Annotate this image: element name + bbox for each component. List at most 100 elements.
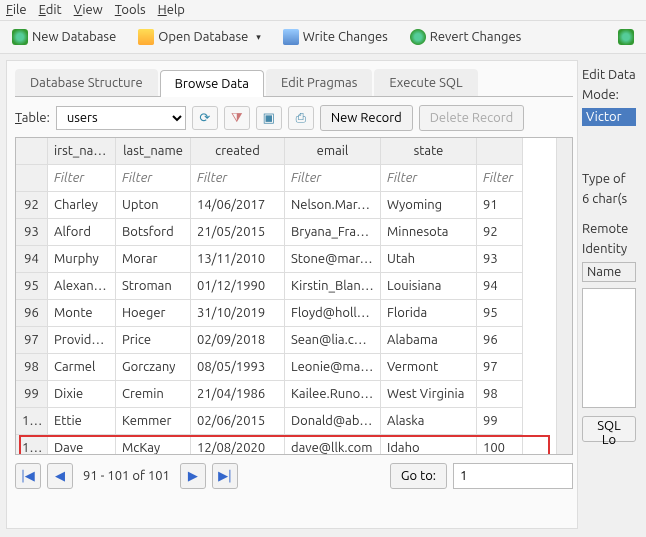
column-header[interactable] bbox=[477, 138, 523, 165]
column-header[interactable]: email bbox=[285, 138, 381, 165]
cell-created[interactable]: 13/11/2010 bbox=[191, 246, 285, 273]
filter-cell[interactable] bbox=[285, 165, 381, 192]
row-number[interactable]: 96 bbox=[16, 300, 48, 327]
cell-first-name[interactable]: Provid… bbox=[48, 327, 116, 354]
filter-cell[interactable] bbox=[477, 165, 523, 192]
print-button[interactable]: ⎙ bbox=[288, 106, 314, 130]
cell-created[interactable]: 02/06/2015 bbox=[191, 408, 285, 435]
row-number[interactable]: 97 bbox=[16, 327, 48, 354]
row-number[interactable]: 92 bbox=[16, 192, 48, 219]
filter-input[interactable] bbox=[122, 171, 184, 185]
cell-state[interactable]: Wyoming bbox=[381, 192, 477, 219]
cell-email[interactable]: Nelson.Mar… bbox=[285, 192, 381, 219]
cell-created[interactable]: 21/05/2015 bbox=[191, 219, 285, 246]
tab-execute-sql[interactable]: Execute SQL bbox=[374, 69, 477, 96]
filter-input[interactable] bbox=[197, 171, 278, 185]
cell-first-name[interactable]: Dixie bbox=[48, 381, 116, 408]
cell-state[interactable]: Utah bbox=[381, 246, 477, 273]
cell-first-name[interactable]: Dave bbox=[48, 435, 116, 455]
cell-email[interactable]: dave@llk.com bbox=[285, 435, 381, 455]
filter-input[interactable] bbox=[291, 171, 374, 185]
cell-extra[interactable]: 91 bbox=[477, 192, 523, 219]
row-number[interactable]: 99 bbox=[16, 381, 48, 408]
column-header[interactable]: state bbox=[381, 138, 477, 165]
extra-button[interactable] bbox=[614, 27, 638, 47]
row-number[interactable]: 95 bbox=[16, 273, 48, 300]
cell-state[interactable]: Florida bbox=[381, 300, 477, 327]
cell-extra[interactable]: 93 bbox=[477, 246, 523, 273]
menu-tools[interactable]: Tools bbox=[115, 3, 146, 17]
cell-created[interactable]: 08/05/1993 bbox=[191, 354, 285, 381]
write-changes-button[interactable]: Write Changes bbox=[279, 27, 392, 47]
cell-state[interactable]: Vermont bbox=[381, 354, 477, 381]
cell-email[interactable]: Kailee.Runo… bbox=[285, 381, 381, 408]
filter-cell[interactable] bbox=[48, 165, 116, 192]
row-number[interactable]: 98 bbox=[16, 354, 48, 381]
cell-last-name[interactable]: Price bbox=[116, 327, 191, 354]
cell-extra[interactable]: 99 bbox=[477, 408, 523, 435]
cell-last-name[interactable]: Hoeger bbox=[116, 300, 191, 327]
cell-extra[interactable]: 97 bbox=[477, 354, 523, 381]
cell-created[interactable]: 02/09/2018 bbox=[191, 327, 285, 354]
cell-email[interactable]: Donald@ab… bbox=[285, 408, 381, 435]
delete-record-button[interactable]: Delete Record bbox=[419, 105, 525, 131]
cell-created[interactable]: 14/06/2017 bbox=[191, 192, 285, 219]
prev-page-button[interactable]: ◀ bbox=[47, 463, 73, 489]
cell-extra[interactable]: 94 bbox=[477, 273, 523, 300]
tab-edit-pragmas[interactable]: Edit Pragmas bbox=[266, 69, 372, 96]
filter-cell[interactable] bbox=[191, 165, 285, 192]
cell-first-name[interactable]: Alexan… bbox=[48, 273, 116, 300]
cell-state[interactable]: Idaho bbox=[381, 435, 477, 455]
tab-structure[interactable]: Database Structure bbox=[15, 69, 158, 96]
sql-log-button[interactable]: SQL Lo bbox=[582, 416, 636, 442]
goto-button[interactable]: Go to: bbox=[390, 463, 447, 489]
cell-last-name[interactable]: Kemmer bbox=[116, 408, 191, 435]
cell-created[interactable]: 01/12/1990 bbox=[191, 273, 285, 300]
cell-email[interactable]: Kirstin_Blan… bbox=[285, 273, 381, 300]
cell-extra[interactable]: 92 bbox=[477, 219, 523, 246]
goto-input[interactable] bbox=[453, 463, 573, 489]
remote-list[interactable] bbox=[582, 288, 636, 408]
cell-first-name[interactable]: Alford bbox=[48, 219, 116, 246]
cell-state[interactable]: Alaska bbox=[381, 408, 477, 435]
cell-extra[interactable]: 96 bbox=[477, 327, 523, 354]
cell-last-name[interactable]: Upton bbox=[116, 192, 191, 219]
cell-state[interactable]: Minnesota bbox=[381, 219, 477, 246]
column-header[interactable] bbox=[16, 138, 48, 165]
table-select[interactable]: users bbox=[56, 106, 186, 130]
refresh-button[interactable]: ⟳ bbox=[192, 106, 218, 130]
filter-input[interactable] bbox=[54, 171, 109, 185]
menu-view[interactable]: View bbox=[74, 3, 103, 17]
row-number[interactable]: 100 bbox=[16, 408, 48, 435]
last-page-button[interactable]: ▶| bbox=[212, 463, 238, 489]
cell-created[interactable]: 21/04/1986 bbox=[191, 381, 285, 408]
menu-file[interactable]: File bbox=[6, 3, 27, 17]
new-record-button[interactable]: New Record bbox=[320, 105, 413, 131]
vertical-scrollbar[interactable] bbox=[556, 138, 572, 454]
next-page-button[interactable]: ▶ bbox=[180, 463, 206, 489]
cell-first-name[interactable]: Charley bbox=[48, 192, 116, 219]
revert-changes-button[interactable]: Revert Changes bbox=[406, 27, 526, 47]
cell-created[interactable]: 12/08/2020 bbox=[191, 435, 285, 455]
filter-input[interactable] bbox=[483, 171, 516, 185]
cell-extra[interactable]: 95 bbox=[477, 300, 523, 327]
cell-created[interactable]: 31/10/2019 bbox=[191, 300, 285, 327]
row-number[interactable]: 101 bbox=[16, 435, 48, 455]
row-number[interactable]: 94 bbox=[16, 246, 48, 273]
first-page-button[interactable]: |◀ bbox=[15, 463, 41, 489]
open-database-button[interactable]: Open Database▾ bbox=[134, 27, 265, 47]
filter-input[interactable] bbox=[387, 171, 470, 185]
clear-filter-button[interactable]: ⧩ bbox=[224, 106, 250, 130]
cell-last-name[interactable]: Gorczany bbox=[116, 354, 191, 381]
cell-extra[interactable]: 98 bbox=[477, 381, 523, 408]
cell-email[interactable]: Bryana_Fra… bbox=[285, 219, 381, 246]
cell-email[interactable]: Leonie@ma… bbox=[285, 354, 381, 381]
cell-email[interactable]: Sean@lia.co… bbox=[285, 327, 381, 354]
column-header[interactable]: last_name bbox=[116, 138, 191, 165]
cell-state[interactable]: Louisiana bbox=[381, 273, 477, 300]
cell-last-name[interactable]: Morar bbox=[116, 246, 191, 273]
cell-text[interactable]: Victor bbox=[582, 108, 636, 126]
save-table-button[interactable]: ▣ bbox=[256, 106, 282, 130]
menu-help[interactable]: Help bbox=[158, 3, 185, 17]
cell-state[interactable]: Alabama bbox=[381, 327, 477, 354]
